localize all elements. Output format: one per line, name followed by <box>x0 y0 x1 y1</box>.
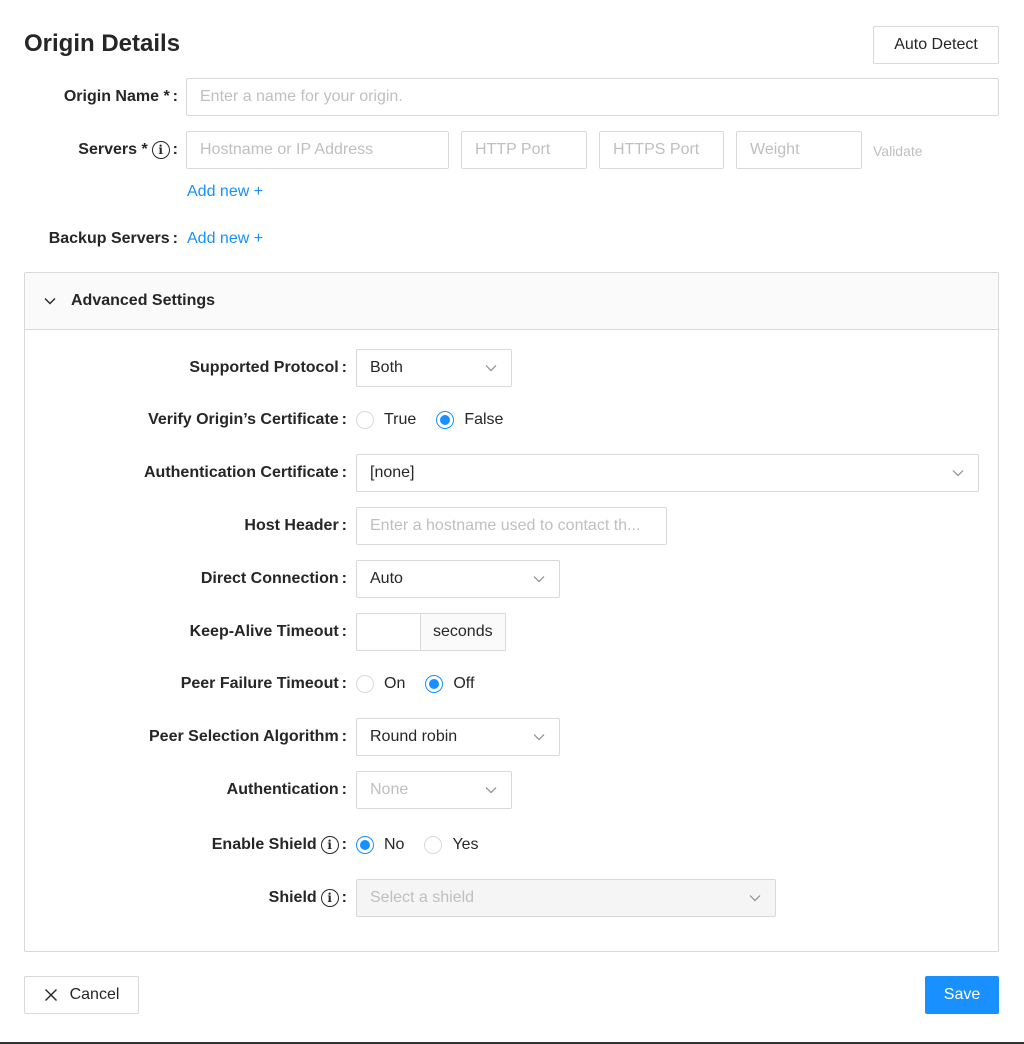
radio-checked-icon <box>356 836 374 854</box>
info-icon[interactable]: i <box>151 141 170 159</box>
shield-select[interactable]: Select a shield <box>356 879 776 917</box>
weight-input[interactable]: Weight <box>736 131 862 169</box>
supported-protocol-label-text: Supported Protocol <box>189 359 339 376</box>
verify-certificate-label-text: Verify Origin’s Certificate <box>148 411 339 428</box>
enable-shield-no-radio[interactable]: No <box>356 836 404 854</box>
peer-failure-radio-group: On Off <box>356 665 494 703</box>
chevron-down-icon <box>532 572 546 586</box>
servers-label-text: Servers * <box>78 141 148 158</box>
verify-certificate-radio-group: True False <box>356 401 523 439</box>
backup-servers-add-new-link[interactable]: Add new + <box>187 230 263 248</box>
direct-connection-value: Auto <box>370 570 403 587</box>
direct-connection-select[interactable]: Auto <box>356 560 560 598</box>
radio-unchecked-icon <box>356 411 374 429</box>
enable-shield-radio-group: No Yes <box>356 826 499 864</box>
radio-label: Yes <box>452 836 479 853</box>
auth-certificate-select[interactable]: [none] <box>356 454 979 492</box>
advanced-settings-title: Advanced Settings <box>71 292 216 309</box>
radio-checked-icon <box>425 675 444 693</box>
origin-name-label-text: Origin Name * <box>63 88 170 105</box>
servers-add-new-link[interactable]: Add new + <box>187 183 263 201</box>
peer-selection-select[interactable]: Round robin <box>356 718 560 756</box>
enable-shield-label-text: Enable Shield <box>211 836 317 853</box>
hostname-placeholder: Hostname or IP Address <box>200 141 374 158</box>
radio-label: True <box>384 411 417 428</box>
authentication-label-text: Authentication <box>226 781 339 798</box>
close-icon <box>44 988 58 1002</box>
keep-alive-unit: seconds <box>421 613 506 651</box>
chevron-down-icon <box>532 730 546 744</box>
host-header-placeholder: Enter a hostname used to contact th... <box>370 517 641 534</box>
verify-certificate-true-radio[interactable]: True <box>356 411 416 429</box>
shield-placeholder: Select a shield <box>370 889 475 906</box>
backup-servers-label: Backup Servers: <box>48 230 178 247</box>
validate-button[interactable]: Validate <box>873 143 923 159</box>
direct-connection-label: Direct Connection: <box>200 570 347 587</box>
shield-label: Shield i: <box>268 889 347 907</box>
http-port-input[interactable]: HTTP Port <box>461 131 587 169</box>
authentication-placeholder: None <box>370 781 409 798</box>
enable-shield-yes-radio[interactable]: Yes <box>424 836 479 854</box>
verify-certificate-false-radio[interactable]: False <box>436 411 503 429</box>
direct-connection-label-text: Direct Connection <box>200 570 339 587</box>
host-header-label: Host Header: <box>244 517 347 534</box>
host-header-label-text: Host Header <box>244 517 339 534</box>
keep-alive-input[interactable] <box>356 613 421 651</box>
keep-alive-label: Keep-Alive Timeout: <box>189 623 347 640</box>
origin-name-placeholder: Enter a name for your origin. <box>200 88 403 105</box>
peer-failure-on-radio[interactable]: On <box>356 675 405 693</box>
supported-protocol-value: Both <box>370 359 403 376</box>
peer-failure-off-radio[interactable]: Off <box>425 675 474 693</box>
peer-selection-label-text: Peer Selection Algorithm <box>149 728 339 745</box>
servers-label: Servers * i: <box>78 141 178 159</box>
advanced-settings-header[interactable]: Advanced Settings <box>25 273 998 330</box>
auth-certificate-label-text: Authentication Certificate <box>143 464 339 481</box>
chevron-down-icon <box>484 361 498 375</box>
verify-certificate-label: Verify Origin’s Certificate: <box>148 411 347 428</box>
auto-detect-button[interactable]: Auto Detect <box>873 26 999 64</box>
info-icon[interactable]: i <box>320 836 339 854</box>
page-title: Origin Details <box>24 30 181 57</box>
radio-unchecked-icon <box>424 836 443 854</box>
origin-name-label: Origin Name *: <box>63 88 178 105</box>
https-port-input[interactable]: HTTPS Port <box>599 131 724 169</box>
auth-certificate-label: Authentication Certificate: <box>143 464 347 481</box>
shield-label-text: Shield <box>268 889 317 906</box>
supported-protocol-select[interactable]: Both <box>356 349 512 387</box>
weight-placeholder: Weight <box>750 141 800 158</box>
radio-label: False <box>464 411 504 428</box>
supported-protocol-label: Supported Protocol: <box>189 359 347 376</box>
radio-label: Off <box>453 675 475 692</box>
enable-shield-label: Enable Shield i: <box>211 836 347 854</box>
http-port-placeholder: HTTP Port <box>475 141 551 158</box>
https-port-placeholder: HTTPS Port <box>613 141 700 158</box>
origin-name-input[interactable]: Enter a name for your origin. <box>186 78 999 116</box>
backup-servers-label-text: Backup Servers <box>48 230 170 247</box>
peer-failure-label: Peer Failure Timeout: <box>180 675 347 692</box>
chevron-down-icon <box>951 466 965 480</box>
keep-alive-label-text: Keep-Alive Timeout <box>189 623 339 640</box>
auth-certificate-value: [none] <box>370 464 415 481</box>
chevron-down-icon <box>748 891 762 905</box>
peer-selection-value: Round robin <box>370 728 458 745</box>
radio-unchecked-icon <box>356 675 374 693</box>
peer-failure-label-text: Peer Failure Timeout <box>180 675 339 692</box>
hostname-input[interactable]: Hostname or IP Address <box>186 131 449 169</box>
peer-selection-label: Peer Selection Algorithm: <box>149 728 347 745</box>
host-header-input[interactable]: Enter a hostname used to contact th... <box>356 507 667 545</box>
authentication-label: Authentication: <box>226 781 347 798</box>
radio-label: No <box>384 836 405 853</box>
save-button[interactable]: Save <box>925 976 999 1014</box>
keep-alive-input-group: seconds <box>356 613 506 651</box>
cancel-button[interactable]: Cancel <box>24 976 139 1014</box>
chevron-down-icon <box>484 783 498 797</box>
chevron-down-icon <box>43 294 57 308</box>
radio-label: On <box>384 675 406 692</box>
radio-checked-icon <box>436 411 455 429</box>
authentication-select[interactable]: None <box>356 771 512 809</box>
info-icon[interactable]: i <box>320 889 339 907</box>
cancel-label: Cancel <box>69 986 120 1003</box>
